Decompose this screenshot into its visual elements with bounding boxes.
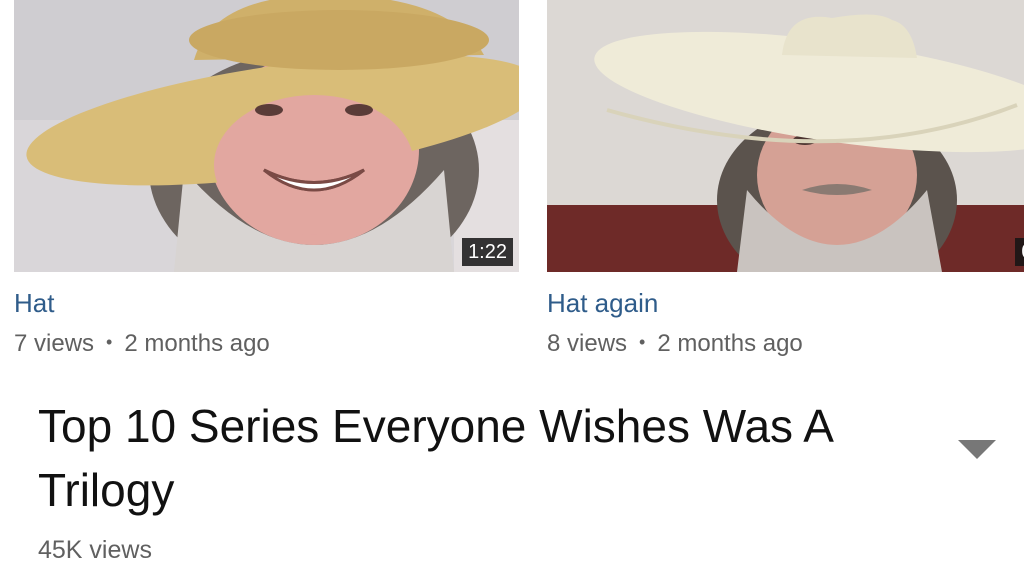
video-meta: 7 views • 2 months ago xyxy=(14,330,270,358)
video-meta: 8 views • 2 months ago xyxy=(547,330,803,358)
upload-age: 2 months ago xyxy=(657,330,803,357)
thumbnail-image xyxy=(547,0,1024,272)
video-card[interactable]: 1:22 Hat 7 views • 2 months ago xyxy=(14,0,519,357)
video-title-link[interactable]: Hat again xyxy=(547,288,658,319)
video-thumbnail[interactable]: 1:22 xyxy=(14,0,519,272)
separator-dot: • xyxy=(106,332,113,352)
duration-badge: 0: xyxy=(1015,238,1024,266)
upload-age: 2 months ago xyxy=(124,330,270,357)
chevron-down-icon[interactable] xyxy=(958,440,996,459)
thumbnail-image xyxy=(14,0,519,272)
view-count: 8 views xyxy=(547,330,628,357)
video-thumbnail[interactable]: 0: xyxy=(547,0,1024,272)
separator-dot: • xyxy=(639,332,646,352)
main-video-title[interactable]: Top 10 Series Everyone Wishes Was A Tril… xyxy=(38,394,918,522)
duration-badge: 1:22 xyxy=(462,238,513,266)
video-title-link[interactable]: Hat xyxy=(14,288,54,319)
view-count: 7 views xyxy=(14,330,95,357)
main-view-count: 45K views xyxy=(38,536,152,564)
video-card[interactable]: 0: Hat again 8 views • 2 months ago xyxy=(547,0,1024,357)
